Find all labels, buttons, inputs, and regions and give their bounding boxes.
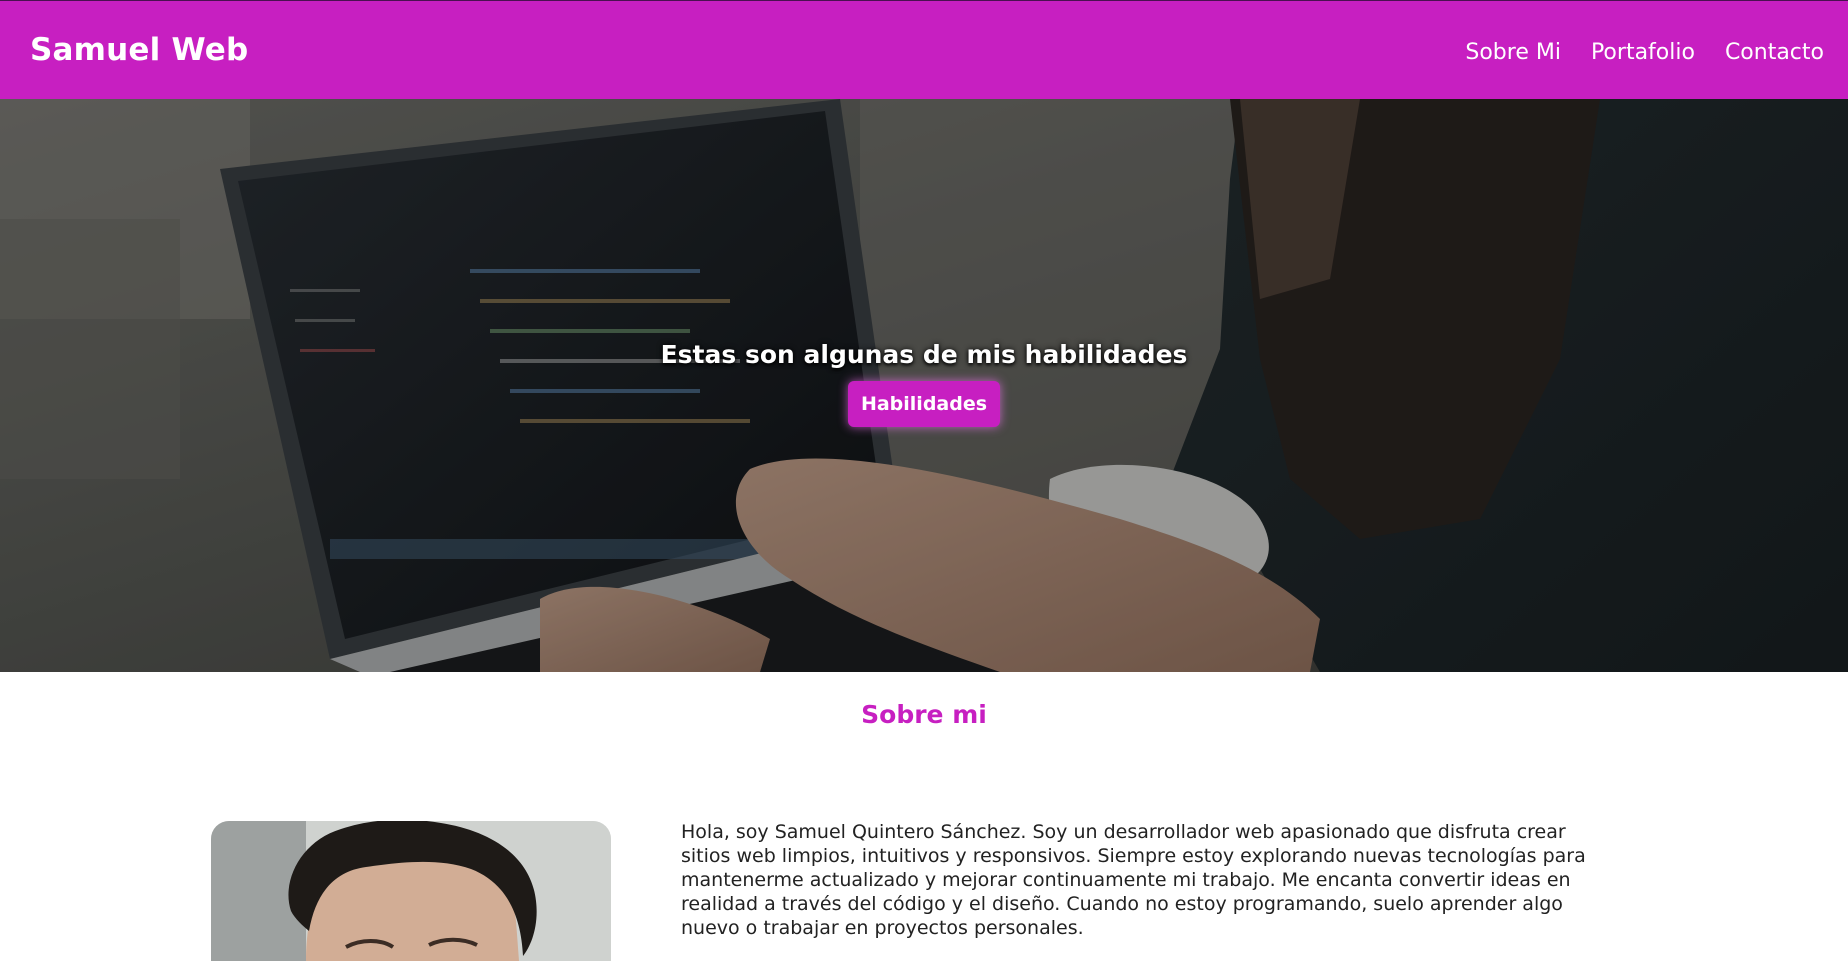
- hero-title: Estas son algunas de mis habilidades: [660, 340, 1188, 369]
- about-description: Hola, soy Samuel Quintero Sánchez. Soy u…: [681, 821, 1586, 939]
- main-nav: Sobre Mi Portafolio Contacto: [1465, 36, 1848, 65]
- about-section-title: Sobre mi: [861, 700, 987, 729]
- nav-link-portafolio[interactable]: Portafolio: [1591, 40, 1695, 65]
- profile-photo-image: [211, 821, 611, 961]
- skills-button[interactable]: Habilidades: [848, 381, 1000, 427]
- profile-photo: [211, 821, 611, 961]
- brand-logo-text[interactable]: Samuel Web: [30, 32, 248, 68]
- hero-banner: Estas son algunas de mis habilidades Hab…: [0, 99, 1848, 672]
- nav-link-sobre-mi[interactable]: Sobre Mi: [1465, 40, 1561, 65]
- top-navbar: Samuel Web Sobre Mi Portafolio Contacto: [0, 0, 1848, 99]
- hero-content: Estas son algunas de mis habilidades Hab…: [0, 340, 1848, 427]
- nav-link-contacto[interactable]: Contacto: [1725, 40, 1824, 65]
